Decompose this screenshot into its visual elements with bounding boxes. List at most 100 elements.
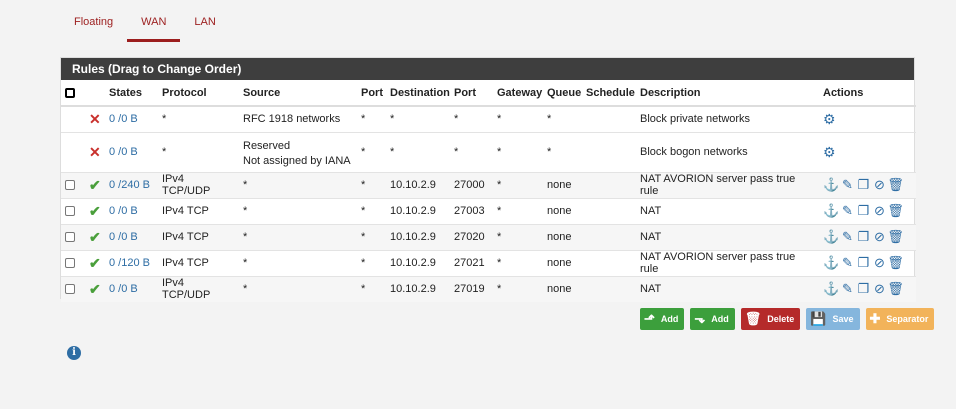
- destination-cell: 10.10.2.9: [386, 275, 450, 302]
- col-source: Source: [239, 80, 357, 107]
- states-link[interactable]: 0 /0 B: [105, 105, 158, 132]
- edit-pencil-icon[interactable]: ✎: [839, 281, 855, 297]
- tab-lan[interactable]: LAN: [180, 0, 229, 42]
- queue-cell: none: [543, 249, 582, 276]
- pass-check-icon[interactable]: ✔: [85, 223, 105, 250]
- source-port-cell: *: [357, 275, 386, 302]
- protocol-cell: IPv4 TCP: [158, 249, 239, 276]
- disable-icon[interactable]: ⊘: [871, 203, 887, 219]
- edit-pencil-icon[interactable]: ✎: [839, 177, 855, 193]
- row-checkbox[interactable]: [65, 284, 75, 295]
- pass-check-icon[interactable]: ✔: [85, 249, 105, 276]
- tab-floating[interactable]: Floating: [60, 0, 127, 42]
- copy-icon[interactable]: ❐: [855, 281, 871, 297]
- states-link[interactable]: 0 /240 B: [105, 171, 158, 198]
- states-link[interactable]: 0 /120 B: [105, 249, 158, 276]
- pass-check-icon[interactable]: ✔: [85, 197, 105, 224]
- add-bottom-label: Add: [711, 314, 729, 324]
- edit-pencil-icon[interactable]: ✎: [839, 229, 855, 245]
- row-checkbox[interactable]: [65, 206, 75, 217]
- tab-wan[interactable]: WAN: [127, 0, 181, 42]
- actions-cell: ⚙: [819, 131, 916, 172]
- states-link[interactable]: 0 /0 B: [105, 197, 158, 224]
- queue-cell: none: [543, 171, 582, 198]
- gear-icon[interactable]: ⚙: [823, 111, 836, 127]
- table-row[interactable]: ✔ 0 /0 B IPv4 TCP * * 10.10.2.9 27003 * …: [61, 197, 916, 224]
- rules-panel: Rules (Drag to Change Order) States Prot…: [60, 57, 916, 302]
- states-link[interactable]: 0 /0 B: [105, 275, 158, 302]
- states-link[interactable]: 0 /0 B: [105, 131, 158, 172]
- gateway-cell: *: [493, 223, 543, 250]
- table-row[interactable]: ✕ 0 /0 B * RFC 1918 networks * * * * * B…: [61, 105, 916, 132]
- anchor-icon[interactable]: ⚓: [823, 177, 839, 193]
- states-link[interactable]: 0 /0 B: [105, 223, 158, 250]
- copy-icon[interactable]: ❐: [855, 229, 871, 245]
- table-row[interactable]: ✔ 0 /240 B IPv4 TCP/UDP * * 10.10.2.9 27…: [61, 171, 916, 198]
- copy-icon[interactable]: ❐: [855, 177, 871, 193]
- disable-icon[interactable]: ⊘: [871, 177, 887, 193]
- arrow-up-icon: ⬏: [644, 311, 655, 326]
- anchor-icon[interactable]: ⚓: [823, 229, 839, 245]
- disable-icon[interactable]: ⊘: [871, 281, 887, 297]
- destination-cell: *: [386, 105, 450, 132]
- description-cell: NAT: [636, 197, 819, 224]
- actions-cell: ⚙: [819, 105, 916, 132]
- anchor-icon[interactable]: ⚓: [823, 255, 839, 271]
- table-row[interactable]: ✔ 0 /0 B IPv4 TCP/UDP * * 10.10.2.9 2701…: [61, 275, 916, 302]
- copy-icon[interactable]: ❐: [855, 255, 871, 271]
- separator-button[interactable]: ✚ Separator: [865, 308, 935, 330]
- status-col-header: [85, 80, 105, 107]
- gateway-cell: *: [493, 105, 543, 132]
- info-icon[interactable]: i: [67, 346, 81, 360]
- trash-icon: 🗑: [744, 311, 762, 326]
- trash-icon[interactable]: 🗑: [887, 255, 904, 271]
- trash-icon[interactable]: 🗑: [887, 203, 904, 219]
- col-protocol: Protocol: [158, 80, 239, 107]
- table-row[interactable]: ✕ 0 /0 B * Reserved Not assigned by IANA …: [61, 131, 916, 172]
- row-checkbox[interactable]: [65, 180, 75, 191]
- table-row[interactable]: ✔ 0 /120 B IPv4 TCP * * 10.10.2.9 27021 …: [61, 249, 916, 276]
- anchor-icon[interactable]: ⚓: [823, 281, 839, 297]
- description-cell: NAT AVORION server pass true rule: [636, 171, 819, 198]
- source-cell: Reserved Not assigned by IANA: [239, 131, 357, 172]
- pass-check-icon[interactable]: ✔: [85, 275, 105, 302]
- edit-pencil-icon[interactable]: ✎: [839, 255, 855, 271]
- pass-check-icon[interactable]: ✔: [85, 171, 105, 198]
- queue-cell: none: [543, 223, 582, 250]
- schedule-cell: [582, 197, 636, 224]
- save-button[interactable]: 💾 Save: [806, 308, 860, 330]
- edit-pencil-icon[interactable]: ✎: [839, 203, 855, 219]
- delete-label: Delete: [767, 314, 795, 324]
- gear-icon[interactable]: ⚙: [823, 144, 836, 160]
- block-icon: ✕: [85, 105, 105, 132]
- disable-icon[interactable]: ⊘: [871, 255, 887, 271]
- rules-table: States Protocol Source Port Destination …: [61, 80, 916, 302]
- gateway-cell: *: [493, 197, 543, 224]
- table-row[interactable]: ✔ 0 /0 B IPv4 TCP * * 10.10.2.9 27020 * …: [61, 223, 916, 250]
- trash-icon[interactable]: 🗑: [887, 229, 904, 245]
- disable-icon[interactable]: ⊘: [871, 229, 887, 245]
- dest-port-cell: *: [450, 131, 493, 172]
- queue-cell: *: [543, 131, 582, 172]
- delete-button[interactable]: 🗑 Delete: [740, 308, 801, 330]
- add-top-label: Add: [660, 314, 679, 324]
- destination-cell: *: [386, 131, 450, 172]
- trash-icon[interactable]: 🗑: [887, 177, 904, 193]
- source-line-2: Not assigned by IANA: [243, 155, 351, 167]
- add-bottom-button[interactable]: ⬎ Add: [690, 308, 735, 330]
- col-destination: Destination: [386, 80, 450, 107]
- destination-cell: 10.10.2.9: [386, 223, 450, 250]
- queue-cell: *: [543, 105, 582, 132]
- select-all-header[interactable]: [61, 80, 85, 107]
- description-cell: Block private networks: [636, 105, 819, 132]
- row-checkbox[interactable]: [65, 232, 75, 243]
- row-checkbox[interactable]: [65, 258, 75, 269]
- select-all-checkbox[interactable]: [65, 87, 75, 98]
- anchor-icon[interactable]: ⚓: [823, 203, 839, 219]
- trash-icon[interactable]: 🗑: [887, 281, 904, 297]
- block-icon: ✕: [85, 131, 105, 172]
- col-actions: Actions: [819, 80, 916, 107]
- add-top-button[interactable]: ⬏ Add: [640, 308, 685, 330]
- schedule-cell: [582, 131, 636, 172]
- copy-icon[interactable]: ❐: [855, 203, 871, 219]
